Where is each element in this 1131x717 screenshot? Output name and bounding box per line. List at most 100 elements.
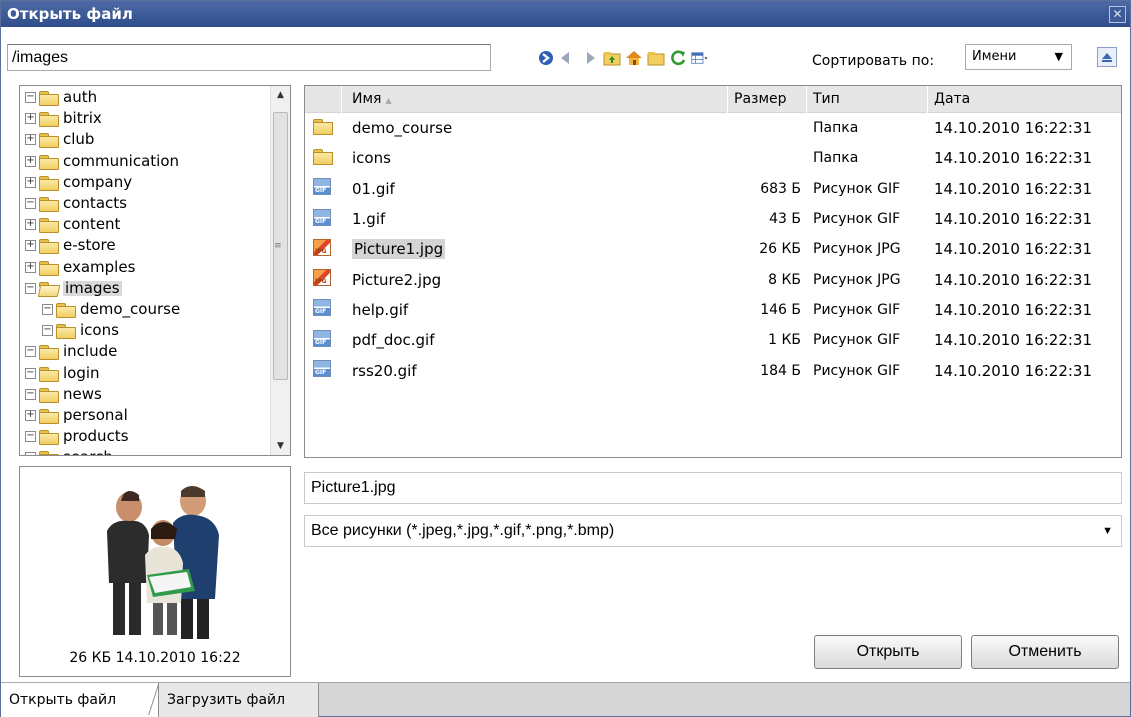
new-folder-icon[interactable] <box>647 49 665 67</box>
tree-item-label[interactable]: images <box>63 280 122 296</box>
collapse-icon[interactable]: − <box>25 431 36 443</box>
file-row[interactable]: icons Папка 14.10.2010 16:22:31 <box>305 143 1121 173</box>
collapse-icon[interactable]: − <box>42 303 53 315</box>
column-header-date[interactable]: Дата <box>928 86 1121 113</box>
tree-item-label[interactable]: e-store <box>63 238 116 253</box>
collapse-icon[interactable]: − <box>42 325 53 337</box>
collapse-icon[interactable]: − <box>25 346 36 358</box>
sort-select[interactable]: Имени ▼ <box>965 44 1072 70</box>
tree-item-label[interactable]: login <box>63 365 100 381</box>
collapse-icon[interactable]: − <box>25 92 36 104</box>
cancel-button[interactable]: Отменить <box>971 635 1119 669</box>
file-type-filter-select[interactable]: Все рисунки (*.jpeg,*.jpg,*.gif,*.png,*.… <box>304 515 1122 547</box>
file-name[interactable]: 01.gif <box>352 180 395 198</box>
tree-item-label[interactable]: company <box>63 174 132 190</box>
file-row[interactable]: Picture2.jpg 8 КБ Рисунок JPG 14.10.2010 16… <box>305 264 1121 294</box>
column-header-type[interactable]: Тип <box>807 86 928 113</box>
collapse-icon[interactable]: − <box>25 198 36 210</box>
tab-open-file[interactable]: Открыть файл <box>1 683 159 717</box>
parent-folder-icon[interactable] <box>603 49 621 67</box>
tree-item-label[interactable]: demo_course <box>80 301 180 317</box>
tree-item-label[interactable]: communication <box>63 153 179 169</box>
file-row[interactable]: Picture1.jpg 26 КБ Рисунок JPG 14.10.2010 1… <box>305 234 1121 264</box>
tree-item-products[interactable]: − products <box>20 426 180 447</box>
refresh-icon[interactable] <box>669 49 687 67</box>
tree-item-label[interactable]: examples <box>63 259 135 275</box>
filename-input[interactable] <box>304 472 1122 504</box>
file-row[interactable]: help.gif 146 Б Рисунок GIF 14.10.2010 16:22… <box>305 295 1121 325</box>
tree-item-communication[interactable]: + communication <box>20 151 180 172</box>
scroll-down-icon[interactable]: ▼ <box>271 437 290 455</box>
file-row[interactable]: rss20.gif 184 Б Рисунок GIF 14.10.2010 16:2… <box>305 355 1121 385</box>
file-row[interactable]: 1.gif 43 Б Рисунок GIF 14.10.2010 16:22:31 <box>305 204 1121 234</box>
tree-item-demo-course[interactable]: − demo_course <box>20 299 180 320</box>
expand-icon[interactable]: + <box>25 113 36 125</box>
tree-item-content[interactable]: + content <box>20 214 180 235</box>
expand-icon[interactable]: + <box>25 261 36 273</box>
file-name[interactable]: rss20.gif <box>352 362 417 380</box>
back-icon[interactable] <box>559 49 577 67</box>
tree-item-auth[interactable]: − auth <box>20 87 180 108</box>
expand-icon[interactable]: + <box>25 219 36 231</box>
tree-item-bitrix[interactable]: + bitrix <box>20 108 180 129</box>
open-button[interactable]: Открыть <box>814 635 962 669</box>
sort-direction-up-icon[interactable] <box>1097 47 1117 67</box>
collapse-icon[interactable]: − <box>25 452 36 455</box>
file-name[interactable]: demo_course <box>352 119 452 137</box>
file-name[interactable]: Picture2.jpg <box>352 271 441 289</box>
tree-item-examples[interactable]: + examples <box>20 257 180 278</box>
file-list[interactable]: Имя ▲ Размер Тип Дата demo_course Папка 14.… <box>304 85 1122 458</box>
expand-icon[interactable]: + <box>25 409 36 421</box>
tree-item-club[interactable]: + club <box>20 129 180 150</box>
file-name[interactable]: icons <box>352 149 391 167</box>
file-name[interactable]: Picture1.jpg <box>352 239 446 260</box>
folder-tree[interactable]: − auth + bitrix + club + communication + company −… <box>19 85 291 456</box>
tree-scrollbar[interactable]: ▲ ≡ ▼ <box>270 86 290 455</box>
collapse-icon[interactable]: − <box>25 388 36 400</box>
go-icon[interactable] <box>537 49 555 67</box>
tree-item-images[interactable]: − images <box>20 278 180 299</box>
close-icon[interactable]: ✕ <box>1109 6 1126 23</box>
tree-item-include[interactable]: − include <box>20 341 180 362</box>
expand-icon[interactable]: + <box>25 155 36 167</box>
tree-item-search[interactable]: − search <box>20 447 180 455</box>
scroll-up-icon[interactable]: ▲ <box>271 86 290 104</box>
tree-item-label[interactable]: products <box>63 429 129 444</box>
tree-item-personal[interactable]: + personal <box>20 405 180 426</box>
tree-item-news[interactable]: − news <box>20 384 180 405</box>
tree-item-icons[interactable]: − icons <box>20 320 180 341</box>
forward-icon[interactable] <box>581 49 599 67</box>
tree-item-contacts[interactable]: − contacts <box>20 193 180 214</box>
tree-item-label[interactable]: club <box>63 132 94 147</box>
collapse-icon[interactable]: − <box>25 282 36 294</box>
path-input[interactable] <box>7 44 491 71</box>
tree-item-label[interactable]: news <box>63 386 102 402</box>
tree-item-label[interactable]: content <box>63 217 120 232</box>
tree-item-label[interactable]: icons <box>80 323 119 338</box>
file-row[interactable]: demo_course Папка 14.10.2010 16:22:31 <box>305 113 1121 143</box>
tree-item-label[interactable]: auth <box>63 90 97 105</box>
home-icon[interactable] <box>625 49 643 67</box>
expand-icon[interactable]: + <box>25 240 36 252</box>
expand-icon[interactable]: + <box>25 176 36 188</box>
file-name[interactable]: help.gif <box>352 301 408 319</box>
tree-item-label[interactable]: bitrix <box>63 111 102 126</box>
tree-item-e-store[interactable]: + e-store <box>20 235 180 256</box>
file-name[interactable]: 1.gif <box>352 210 385 228</box>
tree-item-company[interactable]: + company <box>20 172 180 193</box>
tree-item-login[interactable]: − login <box>20 362 180 383</box>
tree-item-label[interactable]: personal <box>63 407 128 423</box>
file-date: 14.10.2010 16:22:31 <box>934 119 1093 138</box>
column-header-name[interactable]: Имя ▲ <box>342 86 728 113</box>
collapse-icon[interactable]: − <box>25 367 36 379</box>
tree-item-label[interactable]: search <box>63 450 113 455</box>
file-row[interactable]: 01.gif 683 Б Рисунок GIF 14.10.2010 16:22:3… <box>305 174 1121 204</box>
file-name[interactable]: pdf_doc.gif <box>352 331 435 349</box>
view-mode-icon[interactable] <box>691 49 709 67</box>
expand-icon[interactable]: + <box>25 134 36 146</box>
tab-upload-file[interactable]: Загрузить файл <box>159 683 319 717</box>
column-header-size[interactable]: Размер <box>728 86 807 113</box>
file-row[interactable]: pdf_doc.gif 1 КБ Рисунок GIF 14.10.2010 16:… <box>305 325 1121 355</box>
tree-item-label[interactable]: include <box>63 344 117 359</box>
tree-item-label[interactable]: contacts <box>63 196 127 211</box>
